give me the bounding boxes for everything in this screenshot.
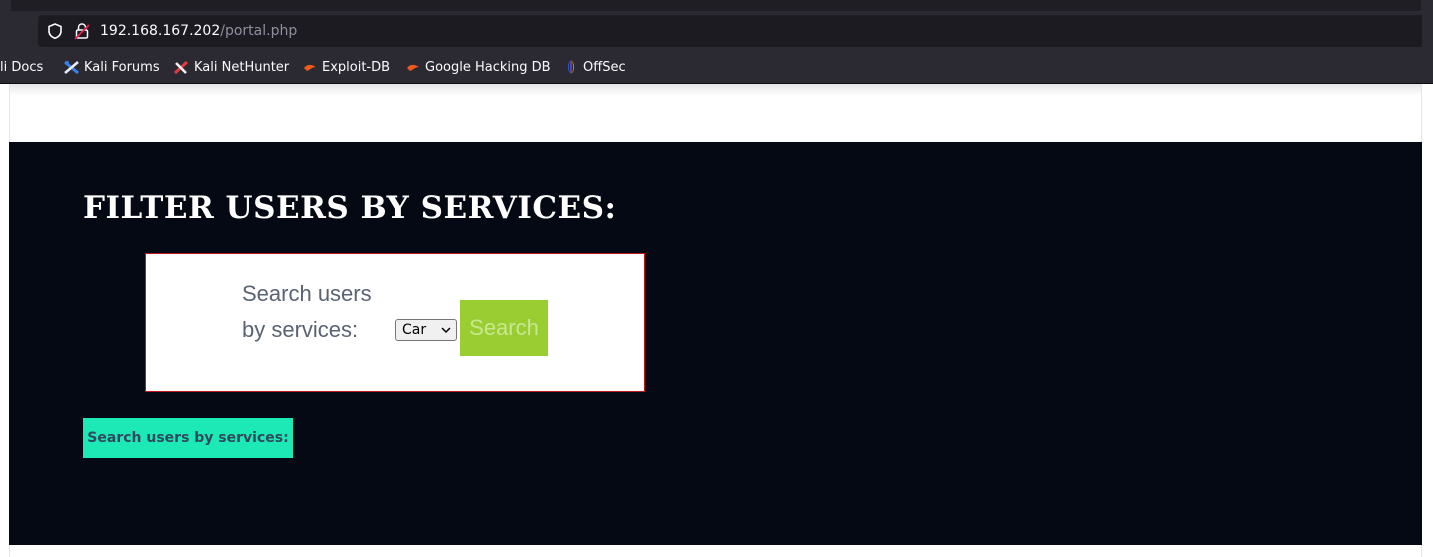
- filter-form: Search users by services: Car Search: [145, 253, 645, 392]
- bookmark-label: Google Hacking DB: [425, 59, 551, 75]
- exploit-db-icon: [304, 64, 316, 71]
- insecure-lock-icon[interactable]: [74, 22, 90, 40]
- form-label-line1: Search users: [242, 281, 372, 306]
- kali-forums-icon: [64, 60, 79, 74]
- bookmark-label: Kali Forums: [84, 59, 160, 75]
- tracking-protection-shield-icon[interactable]: [46, 22, 64, 40]
- page-header-area: [9, 84, 1422, 142]
- bookmark-label: OffSec: [583, 59, 626, 75]
- form-label-line2: by services:: [242, 317, 359, 342]
- kali-nethunter-icon: [173, 60, 189, 74]
- google-hacking-db-icon: [407, 64, 419, 71]
- search-button[interactable]: Search: [460, 300, 548, 356]
- filter-section: FILTER USERS BY SERVICES: Search users b…: [9, 142, 1422, 545]
- search-users-by-services-button[interactable]: Search users by services:: [83, 418, 293, 458]
- page-title: FILTER USERS BY SERVICES:: [83, 190, 617, 226]
- url-text[interactable]: 192.168.167.202/portal.php: [100, 23, 297, 39]
- service-select[interactable]: Car: [395, 319, 457, 341]
- bookmark-label: Exploit-DB: [322, 59, 391, 75]
- url-path: /portal.php: [220, 23, 298, 39]
- bookmark-label: li Docs: [0, 59, 44, 75]
- bookmark-kali-nethunter[interactable]: Kali NetHunter: [173, 58, 289, 76]
- bookmarks-toolbar: li Docs Kali Forums Kali NetHunter Explo…: [0, 50, 1433, 84]
- page-footer-area: [9, 545, 1422, 557]
- chevron-down-icon: [441, 327, 451, 334]
- tab-strip: [11, 0, 1421, 11]
- toolbar-edge: [0, 0, 11, 50]
- bookmark-exploit-db[interactable]: Exploit-DB: [302, 58, 390, 76]
- service-select-value: Car: [402, 322, 427, 338]
- bookmark-label: Kali NetHunter: [194, 59, 290, 75]
- url-host: 192.168.167.202: [100, 23, 221, 39]
- offsec-icon: [568, 60, 574, 74]
- page-top-shadow: [10, 84, 1421, 96]
- address-bar[interactable]: 192.168.167.202/portal.php: [38, 15, 1422, 47]
- bookmark-offsec[interactable]: OffSec: [563, 58, 626, 76]
- bookmark-kali-forums[interactable]: Kali Forums: [63, 58, 160, 76]
- browser-toolbar: 192.168.167.202/portal.php: [0, 0, 1433, 50]
- bookmark-google-hacking-db[interactable]: Google Hacking DB: [405, 58, 551, 76]
- form-label: Search users by services:: [242, 276, 392, 348]
- bookmark-kali-docs[interactable]: li Docs: [0, 58, 43, 76]
